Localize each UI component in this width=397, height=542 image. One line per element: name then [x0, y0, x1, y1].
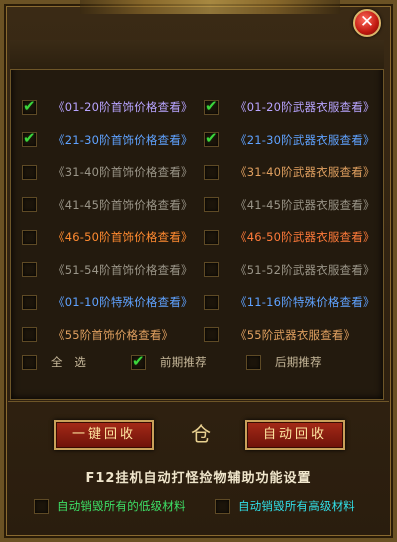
- destroy-low-label: 自动销毁所有的低级材料: [57, 499, 186, 513]
- left-option-checkbox[interactable]: [22, 197, 37, 212]
- right-option-label: 《21-30阶武器衣服查看》: [235, 132, 375, 147]
- close-icon: ✕: [359, 12, 375, 32]
- left-option-checkbox[interactable]: [22, 229, 37, 245]
- destroy-high-checkbox[interactable]: [215, 498, 230, 514]
- right-option-label: 《55阶武器衣服查看》: [235, 327, 356, 342]
- left-option-7[interactable]: 《55阶首饰价格查看》: [22, 324, 173, 346]
- early-recommend-label: 前期推荐: [160, 355, 207, 369]
- left-option-checkbox[interactable]: [22, 164, 37, 180]
- right-option-checkbox[interactable]: [204, 129, 219, 147]
- right-option-label: 《31-40阶武器衣服查看》: [235, 165, 375, 179]
- select-all-option[interactable]: 全 选: [22, 351, 86, 373]
- select-all-checkbox[interactable]: [22, 354, 37, 370]
- one-click-recycle-button[interactable]: 一键回收: [54, 420, 154, 450]
- right-option-checkbox[interactable]: [204, 262, 219, 277]
- right-option-checkbox[interactable]: [204, 97, 219, 115]
- destroy-low-checkbox[interactable]: [34, 498, 49, 514]
- left-option-label: 《01-10阶特殊价格查看》: [53, 295, 193, 309]
- left-option-6[interactable]: 《01-10阶特殊价格查看》: [22, 291, 193, 313]
- options-header-bar: [10, 40, 384, 70]
- left-option-label: 《31-40阶首饰价格查看》: [53, 165, 193, 179]
- late-recommend-option[interactable]: 后期推荐: [246, 351, 322, 373]
- left-option-checkbox[interactable]: [22, 327, 37, 342]
- left-option-label: 《21-30阶首饰价格查看》: [53, 132, 193, 147]
- late-recommend-checkbox[interactable]: [246, 354, 261, 370]
- destroy-low-option[interactable]: 自动销毁所有的低级材料: [34, 495, 186, 517]
- storage-lock-icon[interactable]: 仓: [189, 421, 213, 447]
- left-option-label: 《01-20阶首饰价格查看》: [53, 100, 193, 114]
- left-option-label: 《46-50阶首饰价格查看》: [53, 230, 193, 244]
- right-option-checkbox[interactable]: [204, 164, 219, 180]
- top-ornament: [80, 0, 340, 14]
- right-option-checkbox[interactable]: [204, 197, 219, 212]
- divider: [8, 401, 389, 402]
- left-option-checkbox[interactable]: [22, 262, 37, 277]
- close-button[interactable]: ✕: [353, 9, 381, 37]
- left-option-3[interactable]: 《41-45阶首饰价格查看》: [22, 194, 193, 216]
- select-all-label: 全 选: [51, 355, 87, 369]
- left-option-2[interactable]: 《31-40阶首饰价格查看》: [22, 161, 193, 183]
- right-option-label: 《51-52阶武器衣服查看》: [235, 262, 375, 277]
- options-area: [10, 40, 384, 400]
- right-option-label: 《41-45阶武器衣服查看》: [235, 197, 375, 212]
- left-option-checkbox[interactable]: [22, 294, 37, 310]
- right-option-7[interactable]: 《55阶武器衣服查看》: [204, 324, 355, 346]
- right-option-label: 《11-16阶特殊价格查看》: [235, 295, 375, 309]
- left-option-label: 《41-45阶首饰价格查看》: [53, 197, 193, 212]
- left-option-label: 《51-54阶首饰价格查看》: [53, 262, 193, 277]
- destroy-high-label: 自动销毁所有高级材料: [238, 499, 355, 513]
- early-recommend-checkbox[interactable]: [131, 352, 146, 370]
- section-title: F12挂机自动打怪捡物辅助功能设置: [85, 471, 312, 486]
- left-option-4[interactable]: 《46-50阶首饰价格查看》: [22, 226, 193, 248]
- right-option-4[interactable]: 《46-50阶武器衣服查看》: [204, 226, 375, 248]
- left-option-0[interactable]: 《01-20阶首饰价格查看》: [22, 96, 193, 118]
- right-option-label: 《01-20阶武器衣服查看》: [235, 100, 375, 114]
- right-option-2[interactable]: 《31-40阶武器衣服查看》: [204, 161, 375, 183]
- left-option-1[interactable]: 《21-30阶首饰价格查看》: [22, 129, 193, 151]
- left-option-checkbox[interactable]: [22, 129, 37, 147]
- right-option-checkbox[interactable]: [204, 229, 219, 245]
- right-option-label: 《46-50阶武器衣服查看》: [235, 230, 375, 244]
- early-recommend-option[interactable]: 前期推荐: [131, 351, 207, 373]
- right-option-3[interactable]: 《41-45阶武器衣服查看》: [204, 194, 375, 216]
- left-option-label: 《55阶首饰价格查看》: [53, 327, 174, 342]
- right-option-checkbox[interactable]: [204, 294, 219, 310]
- right-option-1[interactable]: 《21-30阶武器衣服查看》: [204, 129, 375, 151]
- auto-recycle-button[interactable]: 自动回收: [245, 420, 345, 450]
- right-option-0[interactable]: 《01-20阶武器衣服查看》: [204, 96, 375, 118]
- right-option-checkbox[interactable]: [204, 327, 219, 342]
- left-option-checkbox[interactable]: [22, 97, 37, 115]
- destroy-high-option[interactable]: 自动销毁所有高级材料: [215, 495, 355, 517]
- right-option-5[interactable]: 《51-52阶武器衣服查看》: [204, 259, 375, 281]
- right-option-6[interactable]: 《11-16阶特殊价格查看》: [204, 291, 375, 313]
- late-recommend-label: 后期推荐: [275, 355, 322, 369]
- left-option-5[interactable]: 《51-54阶首饰价格查看》: [22, 259, 193, 281]
